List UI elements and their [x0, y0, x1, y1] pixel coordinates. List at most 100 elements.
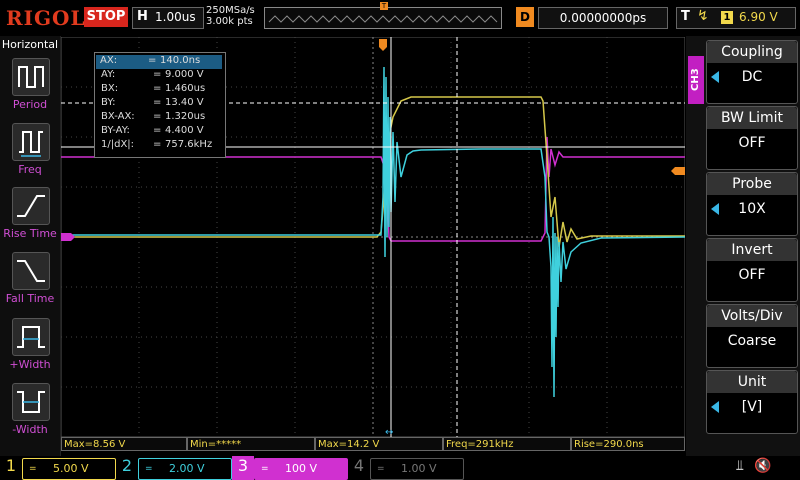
cursor-bx-value: 1.460us: [165, 83, 206, 94]
cursor-row-ax: AX: = 140.0ns: [96, 55, 222, 69]
brand-logo: RIGOL: [6, 6, 86, 30]
ch4-number[interactable]: 4: [348, 456, 370, 475]
rise-time-icon: [12, 187, 50, 225]
measure-freq-label: Freq: [18, 163, 42, 176]
trigger-level: 6.90 V: [739, 10, 778, 24]
fall-time-icon: [12, 252, 50, 290]
ch3-number[interactable]: 3: [232, 456, 254, 480]
usb-icon: ⫫: [736, 458, 744, 474]
cursor-bx-label: BX:: [101, 83, 119, 94]
probe-title: Probe: [707, 173, 797, 195]
cursor-ay-label: AY:: [101, 69, 116, 80]
cursor-dx-value: 1.320us: [165, 111, 206, 122]
ch1-number[interactable]: 1: [0, 456, 22, 475]
measure-pos-width[interactable]: +Width: [0, 318, 60, 378]
measurement-item[interactable]: Freq=291kHz: [443, 437, 571, 451]
measurement-item[interactable]: Max=8.56 V: [61, 437, 187, 451]
period-icon: [12, 58, 50, 96]
invert-title: Invert: [707, 239, 797, 261]
ch2-scale-value: 2.00 V: [169, 462, 205, 475]
cursor-freq-equals: =: [153, 139, 162, 150]
measure-freq[interactable]: Freq: [0, 123, 60, 183]
cursor-freq-value: 757.6kHz: [165, 139, 213, 150]
coupling-button[interactable]: Coupling DC: [706, 40, 798, 104]
measure-period[interactable]: Period: [0, 58, 60, 118]
horizontal-timebase[interactable]: H 1.00us: [132, 7, 204, 29]
measurement-item[interactable]: Rise=290.0ns: [571, 437, 685, 451]
cursor-dx-equals: =: [153, 111, 162, 122]
measure-neg-width[interactable]: -Width: [0, 383, 60, 443]
bw-limit-button[interactable]: BW Limit OFF: [706, 106, 798, 170]
cursor-ay-equals: =: [153, 69, 162, 80]
cursor-readout-panel: AX: = 140.0ns AY: = 9.000 V BX: = 1.460u…: [94, 52, 226, 158]
cursor-by-equals: =: [153, 97, 162, 108]
cursor-bx-equals: =: [153, 83, 162, 94]
memory-depth-strip[interactable]: [264, 7, 502, 29]
ch2-coupling-icon: =: [145, 464, 153, 474]
cursor-dx-label: BX-AX:: [101, 111, 135, 122]
ch4-scale[interactable]: = 1.00 V: [370, 458, 464, 480]
probe-value: 10X: [738, 201, 766, 217]
measure-neg-width-label: -Width: [12, 423, 48, 436]
cursor-ay-value: 9.000 V: [165, 69, 204, 80]
measure-rise-time[interactable]: Rise Time: [0, 187, 60, 247]
ch3-coupling-icon: =: [261, 464, 269, 474]
neg-width-icon: [12, 383, 50, 421]
cursor-by-label: BY:: [101, 97, 116, 108]
measurement-item[interactable]: Min=*****: [187, 437, 315, 451]
rising-edge-icon: ↯: [697, 8, 709, 24]
ch4-coupling-icon: =: [377, 464, 385, 474]
unit-value: [V]: [741, 399, 763, 415]
ch2-scale[interactable]: = 2.00 V: [138, 458, 232, 480]
horizontal-key: H: [137, 9, 148, 24]
cursor-ax-equals: =: [148, 55, 157, 66]
measure-fall-time[interactable]: Fall Time: [0, 252, 60, 312]
status-icons: ⫫ 🔇: [736, 458, 772, 474]
channel-tab: CH3: [688, 56, 704, 104]
cursor-ax-label: AX:: [100, 55, 118, 66]
freq-icon: [12, 123, 50, 161]
acquisition-info: 250MSa/s 3.00k pts: [206, 5, 255, 27]
ch2-number[interactable]: 2: [116, 456, 138, 475]
coupling-title: Coupling: [707, 41, 797, 63]
ch3-scale[interactable]: = 100 V: [254, 458, 348, 480]
bw-limit-value: OFF: [738, 135, 766, 151]
waveform-display[interactable]: ↔ AX: = 140.0ns AY: = 9.000 V BX: = 1.46…: [60, 36, 686, 438]
volts-div-value: Coarse: [727, 333, 777, 349]
delay-value[interactable]: 0.00000000ps: [538, 7, 668, 29]
memory-points: 3.00k pts: [206, 16, 253, 27]
ch1-coupling-icon: =: [29, 464, 37, 474]
run-stop-status[interactable]: STOP: [84, 7, 128, 27]
delay-key[interactable]: D: [516, 7, 534, 27]
volts-div-title: Volts/Div: [707, 305, 797, 327]
cursor-dy-value: 4.400 V: [165, 125, 204, 136]
cursor-dy-label: BY-AY:: [101, 125, 130, 136]
measurement-item[interactable]: Max=14.2 V: [315, 437, 443, 451]
ch1-scale-value: 5.00 V: [53, 462, 89, 475]
volts-div-button[interactable]: Volts/Div Coarse: [706, 304, 798, 368]
measure-period-label: Period: [12, 98, 48, 111]
cursor-freq-label: 1/|dX|:: [101, 139, 135, 150]
speaker-muted-icon[interactable]: 🔇: [754, 458, 771, 474]
pos-width-icon: [12, 318, 50, 356]
trigger-position-marker: T: [380, 2, 388, 10]
invert-value: OFF: [738, 267, 766, 283]
bw-limit-title: BW Limit: [707, 107, 797, 129]
ch3-scale-value: 100 V: [285, 462, 318, 475]
timebase-value: 1.00us: [155, 10, 196, 24]
measure-pos-width-label: +Width: [9, 358, 51, 371]
ch4-scale-value: 1.00 V: [401, 462, 437, 475]
unit-button[interactable]: Unit [V]: [706, 370, 798, 434]
probe-button[interactable]: Probe 10X: [706, 172, 798, 236]
measurement-bar: Max=8.56 V Min=***** Max=14.2 V Freq=291…: [61, 437, 685, 453]
measure-fall-time-label: Fall Time: [5, 292, 55, 305]
trigger-key: T: [681, 9, 690, 24]
measure-menu-title: Horizontal: [1, 38, 59, 51]
trigger-source: 1: [721, 11, 733, 24]
ch1-scale[interactable]: = 5.00 V: [22, 458, 116, 480]
measure-rise-time-label: Rise Time: [3, 227, 57, 240]
invert-button[interactable]: Invert OFF: [706, 238, 798, 302]
cursor-ax-value: 140.0ns: [160, 55, 201, 66]
trigger-settings[interactable]: T ↯ 1 6.90 V: [676, 7, 796, 29]
cursor-dy-equals: =: [153, 125, 162, 136]
